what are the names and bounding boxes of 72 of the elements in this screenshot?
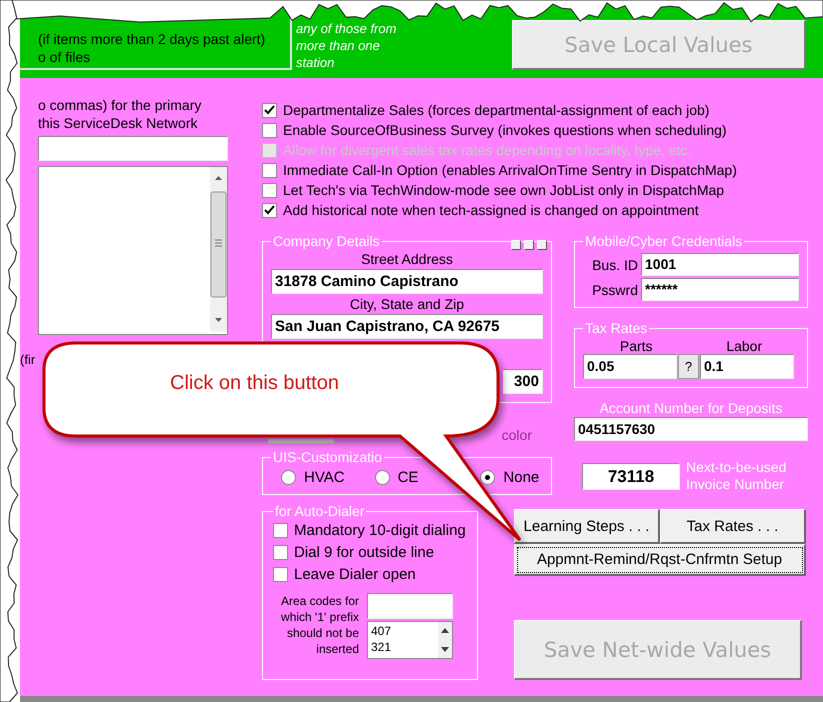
field-label: Psswrd — [592, 282, 638, 298]
option-label: Departmentalize Sales (forces departmental-assignment of each job) — [283, 102, 710, 118]
command-button[interactable]: Tax Rates . . . — [660, 509, 806, 544]
checkbox[interactable] — [262, 182, 277, 198]
text-field[interactable]: 0451157630 — [574, 417, 808, 441]
checkbox[interactable] — [273, 544, 288, 560]
option-label: Add historical note when tech-assigned is changed on appointment — [283, 202, 699, 218]
checkbox[interactable] — [273, 566, 288, 582]
text-field[interactable]: 0.05 — [583, 354, 677, 379]
field-label: Street Address — [360, 250, 454, 269]
field-label: City, State and Zip — [348, 295, 466, 314]
text-field[interactable]: 300 — [503, 369, 543, 394]
field-label: Parts — [620, 338, 653, 354]
text-field[interactable] — [367, 593, 453, 619]
option-label: Allow for divergent sales tax rates depending on locality, type, etc. — [283, 142, 692, 158]
radio-label: CE — [398, 469, 418, 486]
list-box[interactable] — [38, 166, 228, 335]
text-field[interactable]: 0.1 — [700, 354, 794, 379]
group-title: Company Details — [272, 233, 381, 249]
group-title: UIS-Customizatio — [272, 449, 383, 465]
list-item[interactable]: 321 — [371, 639, 435, 655]
option-label: Mandatory 10-digit dialing — [294, 522, 466, 538]
group-title: Tax Rates — [584, 320, 648, 336]
radio-label: HVAC — [304, 469, 345, 486]
group-title: for Auto-Dialer — [274, 503, 366, 519]
text-field[interactable]: San Juan Capistrano, CA 92675 — [271, 314, 543, 339]
command-button[interactable]: Appmnt-Remind/Rqst-Cnfrmtn Setup — [514, 544, 806, 576]
label-text: o commas) for the primary — [38, 96, 202, 114]
square-icon[interactable] — [524, 240, 534, 250]
text-field[interactable]: 31878 Camino Capistrano — [271, 269, 543, 294]
radio-button[interactable] — [374, 470, 390, 485]
option-label: Enable SourceOfBusiness Survey (invokes questions when scheduling) — [283, 122, 727, 138]
checkbox[interactable] — [262, 202, 277, 218]
text-field[interactable] — [38, 136, 228, 161]
field-label: Labor — [726, 338, 762, 354]
label-text: this ServiceDesk Network — [38, 114, 198, 132]
radio-button[interactable] — [480, 470, 496, 485]
text-field[interactable]: 73118 — [582, 462, 680, 490]
checkbox[interactable] — [273, 522, 288, 538]
label-text: color — [502, 427, 532, 443]
command-button[interactable]: Learning Steps . . . — [514, 509, 660, 544]
checkbox[interactable] — [262, 162, 277, 178]
note-text: more than one — [296, 37, 381, 54]
text-field[interactable]: 1001 — [641, 253, 799, 276]
radio-label: None — [503, 469, 540, 486]
field-label: Bus. ID — [592, 256, 638, 272]
group-title: Mobile/Cyber Credentials — [584, 233, 744, 249]
help-button[interactable]: ? — [678, 354, 699, 379]
scrollbar[interactable] — [210, 167, 227, 332]
field-label: Account Number for Deposits — [598, 400, 784, 416]
option-label: Let Tech's via TechWindow-mode see own JobList only in DispatchMap — [283, 182, 724, 198]
checkbox[interactable] — [262, 102, 277, 118]
note-text: (if items more than 2 days past alert) — [38, 30, 266, 48]
list-box[interactable]: 407 321 — [367, 621, 453, 659]
square-icon[interactable] — [537, 240, 547, 250]
note-text: any of those from — [296, 20, 398, 37]
field-label: Next-to-be-used Invoice Number — [686, 459, 786, 493]
checkbox[interactable] — [262, 122, 277, 138]
note-text: o of files — [38, 48, 92, 66]
square-icon[interactable] — [511, 240, 521, 250]
text-field[interactable]: ****** — [641, 278, 799, 301]
spin-arrows-icon[interactable] — [438, 622, 452, 658]
option-label: Immediate Call-In Option (enables ArrivalOnTime Sentry in DispatchMap) — [283, 162, 737, 178]
label-text: (fir — [20, 351, 36, 369]
label-text: Area codes for which '1' prefix should not be inserted — [280, 593, 359, 657]
option-label: Leave Dialer open — [294, 566, 416, 582]
option-label: Dial 9 for outside line — [294, 544, 434, 560]
radio-button[interactable] — [281, 470, 296, 485]
note-text: station — [296, 54, 336, 71]
list-item[interactable]: 407 — [371, 623, 435, 639]
color-swatch[interactable] — [268, 439, 334, 443]
callout-text: Click on this button — [170, 372, 339, 395]
